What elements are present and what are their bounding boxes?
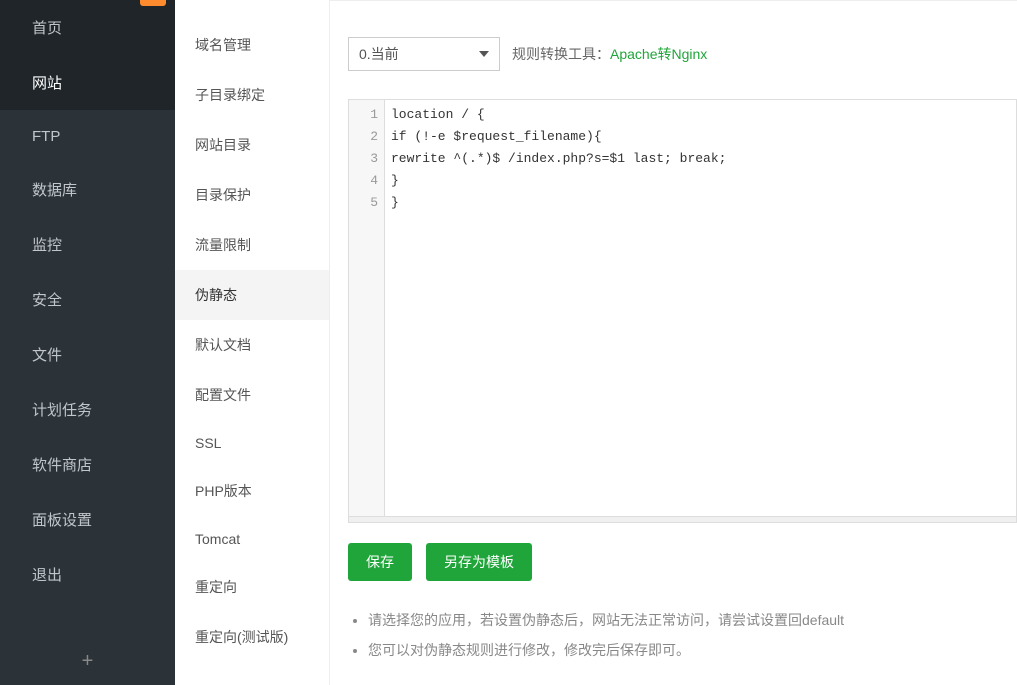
nav-label: 首页 [32,17,62,38]
save-button[interactable]: 保存 [348,543,412,581]
nav-label: FTP [32,128,60,145]
nav-label: 网站 [32,72,62,93]
sub-dirprotect[interactable]: 目录保护 [175,170,329,220]
sub-php[interactable]: PHP版本 [175,466,329,516]
nav-monitor[interactable]: 监控 [0,217,175,272]
nav-cron[interactable]: 计划任务 [0,382,175,437]
nav-security[interactable]: 安全 [0,272,175,327]
nav-label: 计划任务 [32,399,92,420]
sub-sidebar: 域名管理 子目录绑定 网站目录 目录保护 流量限制 伪静态 默认文档 配置文件 … [175,0,330,685]
template-select[interactable]: 0.当前 [348,37,500,71]
apache-nginx-link[interactable]: Apache转Nginx [610,46,707,62]
badge-icon [140,0,166,6]
tool-label: 规则转换工具：Apache转Nginx [512,44,707,64]
button-row: 保存 另存为模板 [348,543,1017,581]
line-gutter: 12345 [349,100,385,516]
nav-website[interactable]: 网站 [0,55,175,110]
nav-database[interactable]: 数据库 [0,162,175,217]
editor-scrollbar[interactable] [348,517,1017,523]
code-area[interactable]: location / { if (!-e $request_filename){… [385,100,1016,516]
sub-tomcat[interactable]: Tomcat [175,516,329,562]
nav-settings[interactable]: 面板设置 [0,492,175,547]
nav-add-button[interactable]: + [0,638,175,685]
nav-label: 面板设置 [32,509,92,530]
nav-home[interactable]: 首页 [0,0,175,55]
sub-redirect-beta[interactable]: 重定向(测试版) [175,612,329,662]
toolbar: 0.当前 规则转换工具：Apache转Nginx [348,37,1017,71]
sub-config[interactable]: 配置文件 [175,370,329,420]
save-as-button[interactable]: 另存为模板 [426,543,532,581]
sub-subdir[interactable]: 子目录绑定 [175,70,329,120]
sub-redirect[interactable]: 重定向 [175,562,329,612]
code-editor[interactable]: 12345 location / { if (!-e $request_file… [348,99,1017,517]
main-sidebar: 首页 网站 FTP 数据库 监控 安全 文件 计划任务 软件商店 面板设置 退出… [0,0,175,685]
sub-rewrite[interactable]: 伪静态 [175,270,329,320]
nav-label: 安全 [32,289,62,310]
tip-item: 请选择您的应用，若设置伪静态后，网站无法正常访问，请尝试设置回default [368,605,1017,635]
nav-label: 软件商店 [32,454,92,475]
sub-webdir[interactable]: 网站目录 [175,120,329,170]
tips-list: 请选择您的应用，若设置伪静态后，网站无法正常访问，请尝试设置回default 您… [348,605,1017,665]
sub-traffic[interactable]: 流量限制 [175,220,329,270]
nav-label: 文件 [32,344,62,365]
nav-label: 数据库 [32,179,77,200]
sub-domain[interactable]: 域名管理 [175,20,329,70]
nav-ftp[interactable]: FTP [0,110,175,162]
nav-exit[interactable]: 退出 [0,547,175,602]
content-area: 0.当前 规则转换工具：Apache转Nginx 12345 location … [330,0,1017,685]
nav-files[interactable]: 文件 [0,327,175,382]
sub-ssl[interactable]: SSL [175,420,329,466]
nav-label: 监控 [32,234,62,255]
sub-defaultdoc[interactable]: 默认文档 [175,320,329,370]
nav-store[interactable]: 软件商店 [0,437,175,492]
nav-label: 退出 [32,564,62,585]
tip-item: 您可以对伪静态规则进行修改，修改完后保存即可。 [368,635,1017,665]
